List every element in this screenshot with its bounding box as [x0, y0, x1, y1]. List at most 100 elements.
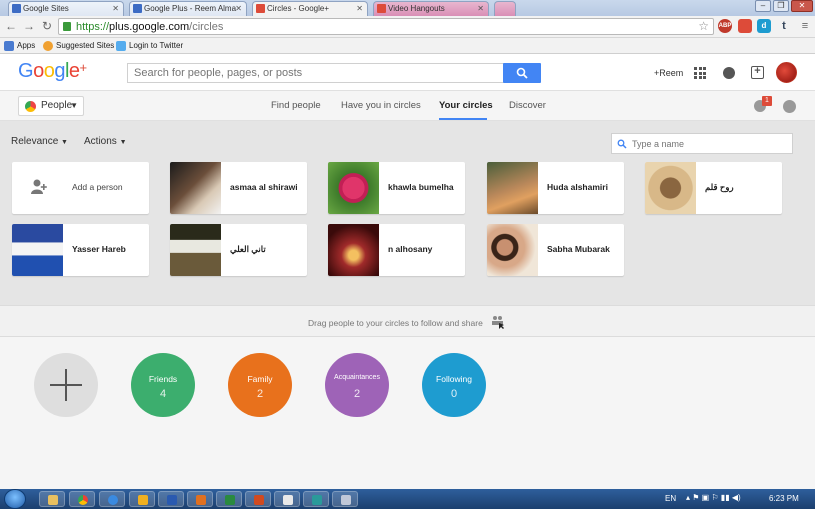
extension-d-icon[interactable]: d: [757, 19, 771, 33]
person-card[interactable]: Huda alshamiri: [487, 162, 624, 214]
url-text: https://plus.google.com/circles: [76, 20, 223, 34]
bookmark-star-icon[interactable]: ☆: [698, 19, 709, 33]
person-card[interactable]: asmaa al shirawi: [170, 162, 307, 214]
drag-people-icon: [492, 316, 504, 329]
address-bar[interactable]: https://plus.google.com/circles ☆: [58, 18, 714, 35]
person-photo: [487, 162, 538, 214]
tab-have-you-in-circles[interactable]: Have you in circles: [341, 100, 421, 111]
forward-arrow-icon[interactable]: →: [22, 19, 36, 33]
internet-explorer-icon: [108, 495, 118, 505]
notifications-bell-icon[interactable]: [723, 67, 735, 79]
taskbar-powerpoint[interactable]: [245, 491, 271, 507]
person-card[interactable]: Sabha Mubarak: [487, 224, 624, 276]
chevron-down-icon: ▼: [119, 139, 127, 146]
browser-tab-google-sites[interactable]: Google Sites ✕: [8, 1, 124, 16]
circle-name: Family: [247, 374, 273, 384]
tab-title: Google Sites: [23, 4, 69, 13]
circle-family[interactable]: Family 2: [228, 353, 292, 417]
language-indicator[interactable]: EN: [665, 494, 676, 503]
gplus-notification-extension-icon[interactable]: [738, 19, 752, 33]
hangouts-icon[interactable]: [783, 100, 796, 113]
tab-close-icon[interactable]: ✕: [477, 2, 484, 15]
taskbar-word[interactable]: [158, 491, 184, 507]
tab-title: Google Plus - Reem Alma: [144, 4, 237, 13]
tab-close-icon[interactable]: ✕: [112, 2, 119, 15]
create-circle-button[interactable]: [34, 353, 98, 417]
person-photo: [170, 224, 221, 276]
taskbar-media[interactable]: [187, 491, 213, 507]
url-host: plus.google.com: [109, 21, 190, 33]
taskbar-outlook[interactable]: [129, 491, 155, 507]
person-card[interactable]: n alhosany: [328, 224, 465, 276]
close-window-button[interactable]: ✕: [791, 0, 813, 12]
person-photo: [328, 224, 379, 276]
windows-taskbar: EN ▴ ⚑ ▣ ⚐ ▮▮ ◀) 6:23 PM: [0, 489, 815, 509]
taskbar-publisher[interactable]: [303, 491, 329, 507]
tab-your-circles[interactable]: Your circles: [439, 100, 493, 111]
taskbar-chrome[interactable]: [69, 491, 95, 507]
relevance-dropdown[interactable]: Relevance ▼: [11, 136, 68, 147]
browser-tab-google-plus[interactable]: Google Plus - Reem Alma ✕: [129, 1, 247, 16]
browser-tab-circles[interactable]: Circles - Google+ ✕: [252, 1, 368, 16]
type-a-name-input[interactable]: [611, 133, 793, 154]
chrome-menu-icon[interactable]: ≡: [798, 19, 812, 33]
taskbar-excel[interactable]: [216, 491, 242, 507]
taskbar-app[interactable]: [332, 491, 358, 507]
browser-tab-bar: Google Sites ✕ Google Plus - Reem Alma ✕…: [0, 0, 815, 16]
tab-close-icon[interactable]: ✕: [356, 2, 363, 15]
taskbar-explorer[interactable]: [39, 491, 65, 507]
tray-icons[interactable]: ▴ ⚑ ▣ ⚐ ▮▮ ◀): [686, 493, 741, 502]
search-button[interactable]: [503, 63, 541, 83]
restore-button[interactable]: ❐: [773, 0, 789, 12]
folder-icon: [48, 495, 58, 505]
people-dropdown-button[interactable]: People ▼: [18, 96, 84, 116]
person-name: n alhosany: [388, 244, 433, 254]
bookmark-suggested-sites[interactable]: Suggested Sites: [43, 40, 114, 52]
bookmarks-bar: Apps Suggested Sites Login to Twitter: [0, 38, 815, 54]
relevance-label: Relevance: [11, 136, 59, 147]
circle-acquaintances[interactable]: Acquaintances 2: [325, 353, 389, 417]
minimize-button[interactable]: –: [755, 0, 771, 12]
circle-count: 0: [450, 388, 458, 400]
person-photo: [487, 224, 538, 276]
person-card[interactable]: khawla bumelha: [328, 162, 465, 214]
search-input[interactable]: [127, 63, 504, 83]
new-tab-button[interactable]: [494, 1, 516, 16]
person-photo: [328, 162, 379, 214]
bookmark-label: Apps: [17, 41, 36, 50]
add-person-card[interactable]: Add a person: [12, 162, 149, 214]
user-profile-link[interactable]: +Reem: [654, 68, 683, 78]
person-photo: [170, 162, 221, 214]
tab-close-icon[interactable]: ✕: [235, 2, 242, 15]
start-button[interactable]: [4, 489, 26, 509]
bookmark-label: Suggested Sites: [56, 41, 115, 50]
browser-tab-video-hangouts[interactable]: Video Hangouts ✕: [373, 1, 489, 16]
taskbar-notepad[interactable]: [274, 491, 300, 507]
avatar[interactable]: [776, 62, 797, 83]
circle-friends[interactable]: Friends 4: [131, 353, 195, 417]
actions-dropdown[interactable]: Actions ▼: [84, 136, 127, 147]
reload-icon[interactable]: ↻: [40, 19, 54, 33]
person-card[interactable]: تاني العلي: [170, 224, 307, 276]
google-plus-logo[interactable]: Google+: [18, 60, 87, 83]
share-plus-icon[interactable]: +: [751, 66, 764, 79]
chevron-down-icon: ▼: [70, 101, 78, 110]
clock[interactable]: 6:23 PM: [769, 494, 799, 503]
person-card[interactable]: Yasser Hareb: [12, 224, 149, 276]
person-name: Huda alshamiri: [547, 182, 608, 192]
back-arrow-icon[interactable]: ←: [4, 19, 18, 33]
extension-d-label: d: [761, 21, 767, 30]
person-name: asmaa al shirawi: [230, 182, 298, 192]
circle-following[interactable]: Following 0: [422, 353, 486, 417]
adblock-icon[interactable]: ABP: [718, 19, 732, 33]
person-name: Yasser Hareb: [72, 244, 126, 254]
taskbar-ie[interactable]: [99, 491, 125, 507]
bookmark-login-twitter[interactable]: Login to Twitter: [116, 40, 183, 52]
active-tab-indicator: [439, 118, 487, 120]
person-card[interactable]: روح قلم: [645, 162, 782, 214]
tumblr-icon[interactable]: t: [777, 19, 791, 33]
tab-find-people[interactable]: Find people: [271, 100, 321, 111]
apps-grid-icon[interactable]: [694, 67, 706, 79]
tab-discover[interactable]: Discover: [509, 100, 546, 111]
bookmark-apps[interactable]: Apps: [4, 40, 35, 52]
